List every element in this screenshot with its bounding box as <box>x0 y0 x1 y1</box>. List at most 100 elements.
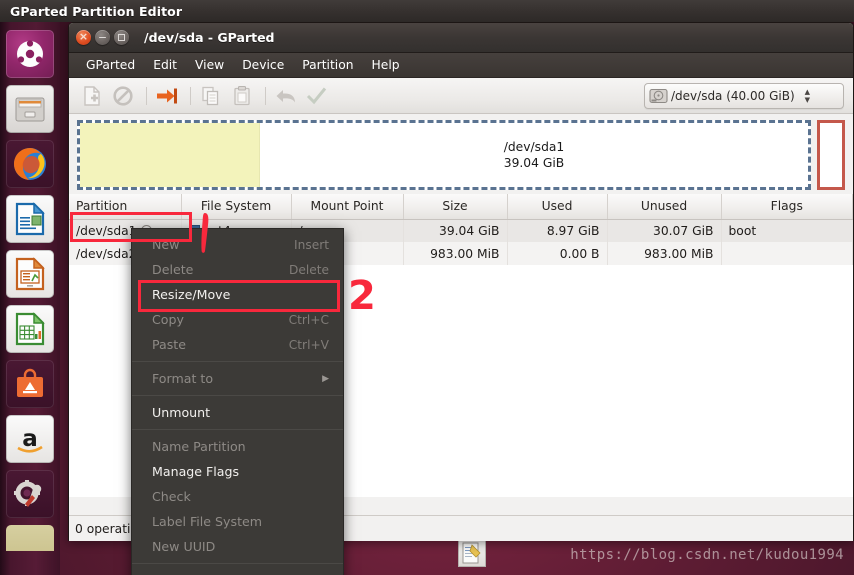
cell-unused: 983.00 MiB <box>607 242 722 265</box>
context-menu-item-paste[interactable]: Paste Ctrl+V <box>132 332 343 357</box>
context-menu-label: Unmount <box>152 405 211 420</box>
window-maximize-button[interactable] <box>114 30 129 45</box>
paste-icon <box>234 85 250 105</box>
context-menu-label: New <box>152 237 180 252</box>
menu-gparted[interactable]: GParted <box>77 56 144 74</box>
context-menu-item-new[interactable]: New Insert <box>132 232 343 257</box>
launcher-item-amazon[interactable]: a <box>6 415 54 463</box>
cell-size: 983.00 MiB <box>403 242 508 265</box>
hard-disk-icon <box>649 88 668 103</box>
menu-partition[interactable]: Partition <box>293 56 362 74</box>
context-menu-separator <box>132 429 343 430</box>
table-header-row: Partition File System Mount Point Size U… <box>69 194 853 220</box>
partition-context-menu[interactable]: New Insert Delete Delete Resize/Move Cop… <box>131 228 344 575</box>
context-menu-item-name-partition[interactable]: Name Partition <box>132 434 343 459</box>
column-header-used[interactable]: Used <box>507 194 608 220</box>
context-menu-label: Check <box>152 489 191 504</box>
context-menu-item-label-file-system[interactable]: Label File System <box>132 509 343 534</box>
device-selector[interactable]: /dev/sda (40.00 GiB) ▲ ▼ <box>644 83 844 109</box>
copy-button[interactable] <box>197 83 225 109</box>
context-menu-item-check[interactable]: Check <box>132 484 343 509</box>
disk-partition-graphic[interactable]: /dev/sda1 39.04 GiB <box>77 120 811 190</box>
system-settings-icon <box>14 480 42 507</box>
unity-launcher[interactable]: a <box>0 22 60 575</box>
launcher-item-libreoffice-impress[interactable] <box>6 250 54 298</box>
context-menu-item-copy[interactable]: Copy Ctrl+C <box>132 307 343 332</box>
launcher-item-libreoffice-calc[interactable] <box>6 305 54 353</box>
context-menu-accel: Ctrl+V <box>288 337 329 352</box>
context-menu-item-delete[interactable]: Delete Delete <box>132 257 343 282</box>
undo-arrow-icon <box>276 89 295 102</box>
column-header-mount-point[interactable]: Mount Point <box>291 194 404 220</box>
menu-help[interactable]: Help <box>363 56 409 74</box>
context-menu-label: Name Partition <box>152 439 246 454</box>
cell-unused: 30.07 GiB <box>607 219 722 242</box>
launcher-item-partial[interactable] <box>6 525 54 551</box>
column-header-partition[interactable]: Partition <box>69 194 182 220</box>
disk-graphic-area: /dev/sda1 39.04 GiB <box>69 114 853 194</box>
apply-button[interactable] <box>303 83 331 109</box>
menu-view[interactable]: View <box>186 56 233 74</box>
menu-device[interactable]: Device <box>233 56 293 74</box>
menu-edit[interactable]: Edit <box>144 56 186 74</box>
cell-flags: boot <box>721 219 853 242</box>
context-menu-item-new-uuid[interactable]: New UUID <box>132 534 343 559</box>
column-header-size[interactable]: Size <box>403 194 508 220</box>
menubar[interactable]: GParted Edit View Device Partition Help <box>69 53 853 78</box>
context-menu-separator <box>132 361 343 362</box>
launcher-item-firefox[interactable] <box>6 140 54 188</box>
launcher-item-files[interactable] <box>6 85 54 133</box>
watermark-text: https://blog.csdn.net/kudou1994 <box>570 547 844 563</box>
libreoffice-writer-icon <box>15 202 45 236</box>
column-header-flags[interactable]: Flags <box>721 194 853 220</box>
toolbar-separator <box>190 86 191 105</box>
context-menu-item-resize-move[interactable]: Resize/Move <box>132 282 343 307</box>
paste-button[interactable] <box>228 83 256 109</box>
new-partition-button[interactable] <box>78 83 106 109</box>
context-menu-item-information[interactable]: Information <box>132 568 343 575</box>
ubuntu-software-icon <box>17 368 43 397</box>
context-menu-separator <box>132 395 343 396</box>
column-header-unused[interactable]: Unused <box>607 194 722 220</box>
partition-name: /dev/sda1 <box>76 223 137 238</box>
context-menu-label: New UUID <box>152 539 216 554</box>
chevron-right-icon: ▶ <box>322 373 329 384</box>
context-menu-item-format-to[interactable]: Format to ▶ <box>132 366 343 391</box>
files-icon <box>15 97 45 122</box>
context-menu-label: Paste <box>152 337 186 352</box>
cell-used: 0.00 B <box>507 242 608 265</box>
context-menu-item-unmount[interactable]: Unmount <box>132 400 343 425</box>
firefox-icon <box>14 148 46 180</box>
launcher-item-system-settings[interactable] <box>6 470 54 518</box>
column-header-file-system[interactable]: File System <box>181 194 292 220</box>
partition-graphic-size: 39.04 GiB <box>503 156 565 170</box>
resize-move-button[interactable] <box>153 83 181 109</box>
launcher-item-ubuntu-software[interactable] <box>6 360 54 408</box>
resize-move-arrow-icon <box>157 88 177 103</box>
window-titlebar: × /dev/sda - GParted <box>69 23 853 53</box>
toolbar: /dev/sda (40.00 GiB) ▲ ▼ <box>69 78 853 114</box>
context-menu-item-manage-flags[interactable]: Manage Flags <box>132 459 343 484</box>
delete-partition-button[interactable] <box>109 83 137 109</box>
copy-icon <box>202 86 219 105</box>
context-menu-accel: Delete <box>288 262 329 277</box>
new-document-icon <box>84 85 100 106</box>
context-menu-label: Resize/Move <box>152 287 231 302</box>
window-minimize-button[interactable] <box>95 30 110 45</box>
partition-name: /dev/sda2 <box>76 246 137 261</box>
window-close-button[interactable]: × <box>76 30 91 45</box>
partition-used-block <box>80 123 260 187</box>
partition-graphic-name: /dev/sda1 <box>503 140 565 154</box>
desktop-document-icon[interactable] <box>458 539 486 567</box>
launcher-item-libreoffice-writer[interactable] <box>6 195 54 243</box>
amazon-icon: a <box>17 426 43 453</box>
disk-small-partition-graphic[interactable] <box>817 120 845 190</box>
launcher-item-ubuntu-dash[interactable] <box>6 30 54 78</box>
context-menu-label: Manage Flags <box>152 464 240 479</box>
cell-size: 39.04 GiB <box>403 219 508 242</box>
libreoffice-calc-icon <box>15 312 45 346</box>
checkmark-icon <box>306 87 327 104</box>
spinner-arrows-icon[interactable]: ▲ ▼ <box>805 88 810 103</box>
undo-button[interactable] <box>272 83 300 109</box>
svg-text:a: a <box>22 426 38 452</box>
